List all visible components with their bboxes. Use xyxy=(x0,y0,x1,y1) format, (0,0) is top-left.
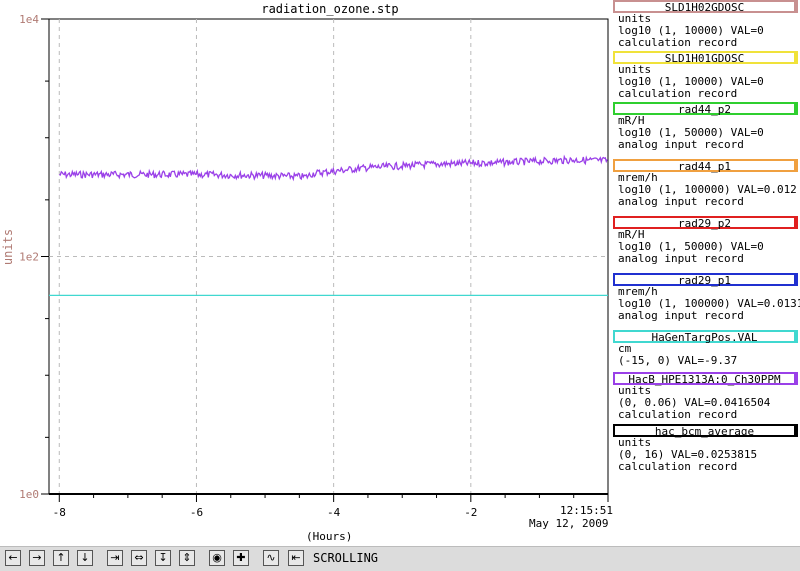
y-tick-label: 1e0 xyxy=(19,488,39,501)
legend-name[interactable]: rad44_p1 xyxy=(613,159,798,172)
arrow-right-icon[interactable]: → xyxy=(29,550,45,566)
shrink-vertical-icon[interactable]: ↧ xyxy=(155,550,171,566)
x-tick-label: -8 xyxy=(53,506,66,519)
x-tick-label: -4 xyxy=(327,506,341,519)
plot-area[interactable]: 1e4 1e2 1e0 -8 -6 -4 -2 xyxy=(0,0,613,546)
y-tick-label: 1e4 xyxy=(19,13,39,26)
legend-item[interactable]: HacB_HPE1313A:0_Ch30PPM units (0, 0.06) VA… xyxy=(613,372,798,421)
legend-detail-line: calculation record xyxy=(618,87,738,100)
legend-detail-line: analog input record xyxy=(618,309,744,322)
legend-name[interactable]: rad44_p2 xyxy=(613,102,798,115)
status-text: SCROLLING xyxy=(313,551,379,565)
grid xyxy=(49,19,608,494)
series-line-hacb-hpe1313a-0-ch30ppm xyxy=(59,154,608,182)
legend-name[interactable]: hac_bcm_average xyxy=(613,424,798,437)
y-axis-label: units xyxy=(1,228,16,266)
legend-item[interactable]: rad29_p1 mrem/h log10 (1, 100000) VAL=0.01… xyxy=(613,273,800,322)
legend-detail-line: analog input record xyxy=(618,195,744,208)
expand-vertical-icon[interactable]: ⇕ xyxy=(179,550,195,566)
legend-item[interactable]: rad44_p2 mR/H log10 (1, 50000) VAL=0 analog… xyxy=(613,102,798,151)
x-axis-label: (Hours) xyxy=(306,530,353,543)
series-lines xyxy=(49,154,608,495)
record-icon[interactable]: ◉ xyxy=(209,550,225,566)
legend-detail-line: analog input record xyxy=(618,252,744,265)
expand-horizontal-icon[interactable]: ⇔ xyxy=(131,550,147,566)
legend-item[interactable]: SLD1H01GDOSC units log10 (1, 10000) VAL=0 c… xyxy=(613,51,798,100)
arrow-left-icon[interactable]: ← xyxy=(5,550,21,566)
x-tick-label: -6 xyxy=(190,506,203,519)
scroll-icon[interactable]: ∿ xyxy=(263,550,279,566)
y-tick-label: 1e2 xyxy=(19,251,39,264)
legend-detail-line: (-15, 0) VAL=-9.37 xyxy=(618,354,738,367)
legend-name[interactable]: HaGenTargPos.VAL xyxy=(613,330,798,343)
arrow-down-icon[interactable]: ↓ xyxy=(77,550,93,566)
toolbar: ← → ↑ ↓ ⇥ ⇔ ↧ ⇕ ◉ ✚ ∿ ⇤ SCROLLING xyxy=(0,546,800,571)
legend-detail-line: calculation record xyxy=(618,36,738,49)
end-time-label: 12:15:51 xyxy=(560,504,613,517)
legend-detail-line: calculation record xyxy=(618,460,738,473)
end-date-label: May 12, 2009 xyxy=(529,517,609,530)
legend-item[interactable]: rad29_p2 mR/H log10 (1, 50000) VAL=0 analog… xyxy=(613,216,798,265)
legend-name[interactable]: SLD1H01GDOSC xyxy=(613,51,798,64)
tick-labels: 1e4 1e2 1e0 -8 -6 -4 -2 xyxy=(19,13,477,519)
legend-item[interactable]: HaGenTargPos.VAL cm (-15, 0) VAL=-9.37 xyxy=(613,330,798,367)
x-tick-label: -2 xyxy=(464,506,477,519)
plus-icon[interactable]: ✚ xyxy=(233,550,249,566)
legend-name[interactable]: rad29_p2 xyxy=(613,216,798,229)
legend-item[interactable]: hac_bcm_average units (0, 16) VAL=0.025381… xyxy=(613,424,798,473)
legend-name[interactable]: SLD1H02GDOSC xyxy=(613,0,798,13)
mark-icon[interactable]: ⇤ xyxy=(288,550,304,566)
legend-name[interactable]: rad29_p1 xyxy=(613,273,798,286)
shrink-horizontal-icon[interactable]: ⇥ xyxy=(107,550,123,566)
legend-item[interactable]: SLD1H02GDOSC units log10 (1, 10000) VAL=0 c… xyxy=(613,0,798,49)
legend-item[interactable]: rad44_p1 mrem/h log10 (1, 100000) VAL=0.01… xyxy=(613,159,798,208)
arrow-up-icon[interactable]: ↑ xyxy=(53,550,69,566)
legend-detail-line: analog input record xyxy=(618,138,744,151)
legend-name[interactable]: HacB_HPE1313A:0_Ch30PPM xyxy=(613,372,798,385)
legend-detail-line: calculation record xyxy=(618,408,738,421)
tick-marks xyxy=(41,18,609,502)
